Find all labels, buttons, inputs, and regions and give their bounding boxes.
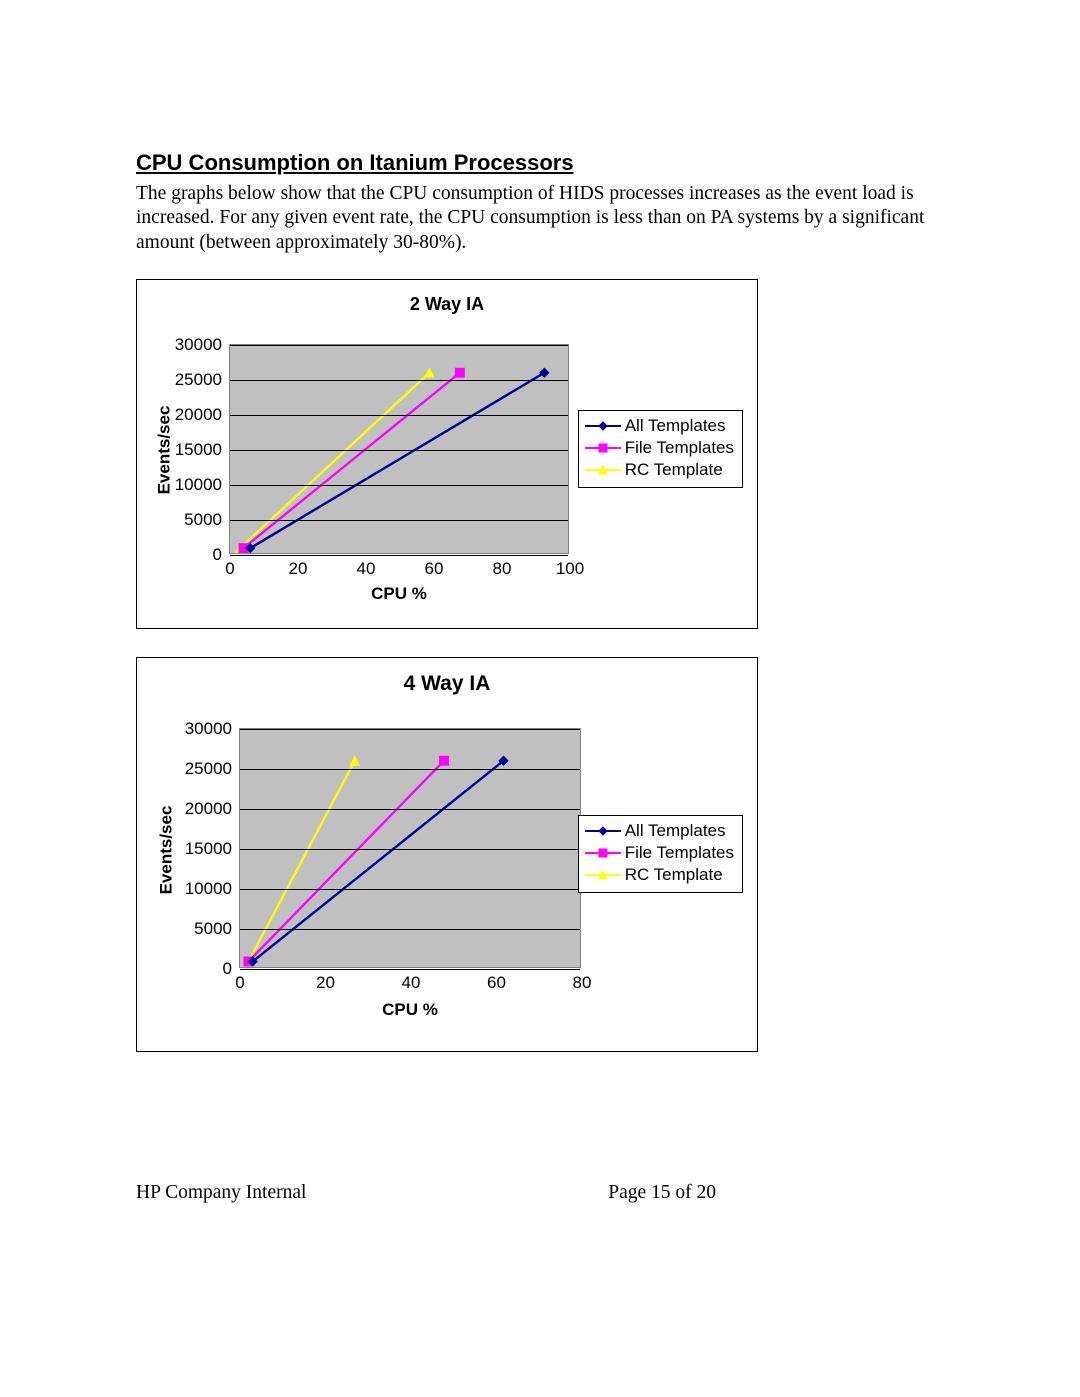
y-tick-label: 25000 bbox=[185, 759, 240, 779]
x-tick-label: 60 bbox=[487, 967, 506, 993]
x-tick-label: 0 bbox=[235, 967, 244, 993]
legend-swatch bbox=[585, 824, 621, 838]
legend-swatch bbox=[585, 441, 621, 455]
legend-label: RC Template bbox=[625, 460, 723, 480]
legend-swatch bbox=[585, 463, 621, 477]
y-tick-label: 15000 bbox=[185, 839, 240, 859]
y-tick-label: 5000 bbox=[194, 919, 240, 939]
legend-entry: RC Template bbox=[585, 864, 734, 886]
legend-swatch bbox=[585, 419, 621, 433]
y-axis-label-chart0: Events/sec bbox=[154, 406, 174, 495]
y-tick-label: 20000 bbox=[175, 405, 230, 425]
legend-entry: RC Template bbox=[585, 459, 734, 481]
y-tick-label: 5000 bbox=[184, 510, 230, 530]
y-tick-label: 25000 bbox=[175, 370, 230, 390]
x-tick-label: 40 bbox=[357, 553, 376, 579]
y-tick-label: 30000 bbox=[175, 335, 230, 355]
legend-label: All Templates bbox=[625, 821, 726, 841]
chart-title-2way: 2 Way IA bbox=[137, 280, 757, 315]
legend-entry: File Templates bbox=[585, 842, 734, 864]
y-tick-label: 30000 bbox=[185, 719, 240, 739]
legend-chart1: All Templates File Templates RC Template bbox=[578, 815, 743, 893]
legend-swatch bbox=[585, 846, 621, 860]
y-tick-label: 10000 bbox=[185, 879, 240, 899]
y-tick-label: 20000 bbox=[185, 799, 240, 819]
footer-page: Page 15 of 20 bbox=[608, 1182, 716, 1204]
chart-4way: 4 Way IA 0500010000150002000025000300000… bbox=[136, 657, 758, 1052]
body-text: The graphs below show that the CPU consu… bbox=[136, 182, 956, 255]
y-tick-label: 15000 bbox=[175, 440, 230, 460]
legend-swatch bbox=[585, 868, 621, 882]
page-footer: HP Company Internal Page 15 of 20 bbox=[136, 1052, 716, 1204]
legend-label: All Templates bbox=[625, 416, 726, 436]
chart-2way: 2 Way IA 0500010000150002000025000300000… bbox=[136, 279, 758, 629]
x-tick-label: 20 bbox=[316, 967, 335, 993]
legend-label: File Templates bbox=[625, 438, 734, 458]
x-tick-label: 100 bbox=[556, 553, 584, 579]
x-axis-label-chart0: CPU % bbox=[371, 584, 427, 604]
y-tick-label: 10000 bbox=[175, 475, 230, 495]
legend-label: File Templates bbox=[625, 843, 734, 863]
legend-entry: All Templates bbox=[585, 820, 734, 842]
y-axis-label-chart1: Events/sec bbox=[156, 806, 176, 895]
legend-entry: All Templates bbox=[585, 415, 734, 437]
x-tick-label: 80 bbox=[493, 553, 512, 579]
legend-chart0: All Templates File Templates RC Template bbox=[578, 410, 743, 488]
footer-left: HP Company Internal bbox=[136, 1182, 306, 1204]
section-title: CPU Consumption on Itanium Processors bbox=[136, 150, 980, 176]
x-axis-label-chart1: CPU % bbox=[382, 1000, 438, 1020]
x-tick-label: 0 bbox=[225, 553, 234, 579]
legend-entry: File Templates bbox=[585, 437, 734, 459]
x-tick-label: 80 bbox=[573, 967, 592, 993]
x-tick-label: 40 bbox=[402, 967, 421, 993]
x-tick-label: 20 bbox=[289, 553, 308, 579]
x-tick-label: 60 bbox=[425, 553, 444, 579]
legend-label: RC Template bbox=[625, 865, 723, 885]
chart-title-4way: 4 Way IA bbox=[137, 658, 757, 696]
